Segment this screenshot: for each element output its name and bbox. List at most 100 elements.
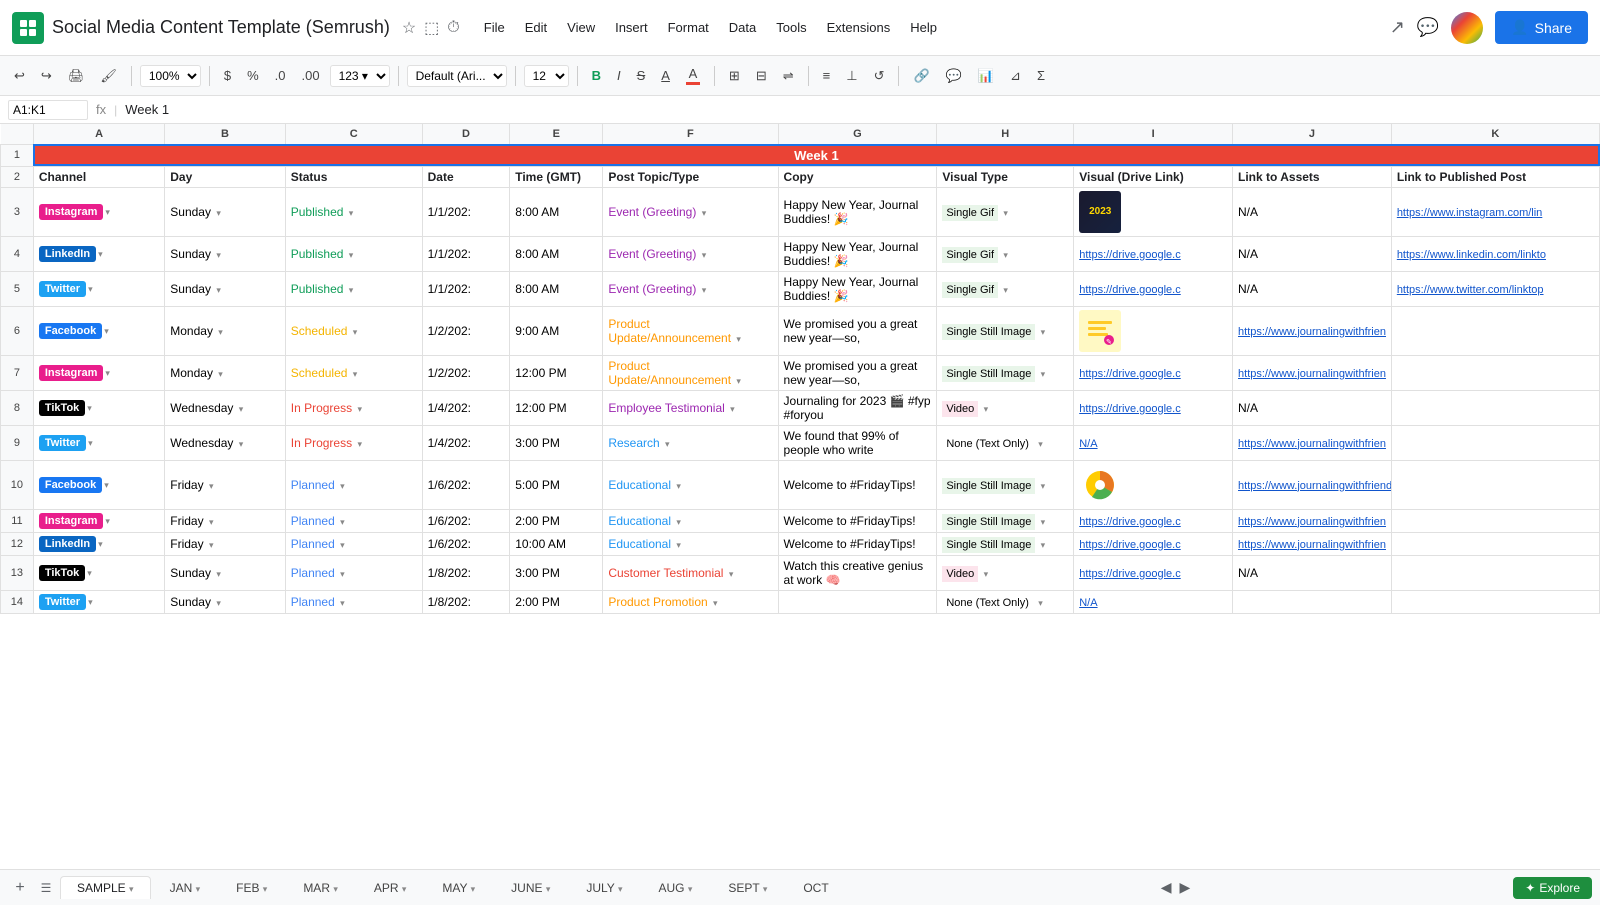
menu-extensions[interactable]: Extensions (819, 16, 899, 39)
channel-dropdown-arrow[interactable]: ▾ (98, 249, 103, 259)
tab-may[interactable]: MAY ▾ (425, 876, 492, 899)
visual-drive-link[interactable]: N/A (1079, 597, 1097, 609)
status-cell[interactable]: Scheduled ▾ (285, 306, 422, 355)
rotate-button[interactable]: ↺ (868, 64, 891, 88)
visual-type-cell[interactable]: Video ▾ (937, 390, 1074, 425)
visual-type-dropdown-arrow[interactable]: ▾ (1041, 369, 1046, 379)
link-published-cell[interactable] (1391, 390, 1599, 425)
link-assets-link[interactable]: https://www.journalingwithfrien (1238, 516, 1386, 528)
day-dropdown-arrow[interactable]: ▾ (209, 517, 214, 527)
function-button[interactable]: Σ (1031, 64, 1051, 87)
scroll-right-button[interactable]: ▶ (1177, 877, 1192, 898)
status-cell[interactable]: Planned ▾ (285, 532, 422, 555)
visual-drive-cell[interactable] (1074, 460, 1233, 509)
decimal-less-button[interactable]: .00 (295, 64, 325, 87)
post-type-cell[interactable]: Product Update/Announcement ▾ (603, 306, 778, 355)
post-type-cell[interactable]: Product Update/Announcement ▾ (603, 355, 778, 390)
tab-jan[interactable]: JAN ▾ (153, 876, 218, 899)
status-cell[interactable]: Planned ▾ (285, 555, 422, 590)
visual-drive-link[interactable]: N/A (1079, 438, 1097, 450)
status-cell[interactable]: Planned ▾ (285, 509, 422, 532)
menu-edit[interactable]: Edit (517, 16, 555, 39)
comment-icon[interactable]: 💬 (1417, 17, 1439, 38)
tab-feb[interactable]: FEB ▾ (219, 876, 284, 899)
status-cell[interactable]: Published ▾ (285, 236, 422, 271)
menu-format[interactable]: Format (660, 16, 717, 39)
visual-drive-cell[interactable]: https://drive.google.c (1074, 509, 1233, 532)
day-dropdown-arrow[interactable]: ▾ (218, 327, 223, 337)
fill-color-button[interactable]: A (680, 62, 706, 89)
percent-button[interactable]: % (241, 64, 265, 87)
menu-data[interactable]: Data (721, 16, 764, 39)
col-header-K[interactable]: K (1391, 124, 1599, 144)
visual-drive-cell[interactable]: https://drive.google.c (1074, 555, 1233, 590)
link-published-link[interactable]: https://www.twitter.com/linktop (1397, 284, 1544, 296)
visual-drive-link[interactable]: https://drive.google.c (1079, 368, 1181, 380)
visual-type-cell[interactable]: Single Still Image ▾ (937, 509, 1074, 532)
post-type-dropdown-arrow[interactable]: ▾ (713, 598, 718, 608)
google-account-icon[interactable] (1451, 12, 1483, 44)
tab-sample[interactable]: SAMPLE ▾ (60, 876, 151, 899)
channel-dropdown-arrow[interactable]: ▾ (104, 326, 109, 336)
font-size-select[interactable]: 12 (524, 65, 569, 87)
visual-drive-link[interactable]: https://drive.google.c (1079, 403, 1181, 415)
visual-drive-cell[interactable]: N/A (1074, 425, 1233, 460)
link-assets-cell[interactable]: https://www.journalingwithfrien (1233, 355, 1392, 390)
col-header-B[interactable]: B (165, 124, 285, 144)
star-icon[interactable]: ☆ (402, 18, 416, 38)
history-icon[interactable]: ⏱ (447, 19, 459, 37)
link-assets-link[interactable]: https://www.journalingwithfriends.com/bl… (1238, 480, 1391, 492)
redo-button[interactable]: ↪ (35, 64, 58, 88)
visual-drive-cell[interactable]: https://drive.google.c (1074, 271, 1233, 306)
post-type-dropdown-arrow[interactable]: ▾ (730, 404, 735, 414)
visual-drive-cell[interactable]: https://drive.google.c (1074, 390, 1233, 425)
channel-dropdown-arrow[interactable]: ▾ (104, 480, 109, 490)
visual-drive-cell[interactable]: ✎ (1074, 306, 1233, 355)
col-header-I[interactable]: I (1074, 124, 1233, 144)
link-assets-link[interactable]: https://www.journalingwithfrien (1238, 368, 1386, 380)
status-dropdown-arrow[interactable]: ▾ (353, 369, 358, 379)
post-type-cell[interactable]: Research ▾ (603, 425, 778, 460)
channel-cell[interactable]: Instagram▾ (33, 187, 164, 236)
post-type-dropdown-arrow[interactable]: ▾ (729, 569, 734, 579)
visual-type-cell[interactable]: None (Text Only) ▾ (937, 590, 1074, 613)
filter-button[interactable]: ⊿ (1004, 64, 1027, 88)
italic-button[interactable]: I (611, 64, 627, 87)
visual-type-dropdown-arrow[interactable]: ▾ (984, 569, 989, 579)
visual-type-dropdown-arrow[interactable]: ▾ (1003, 208, 1008, 218)
col-header-E[interactable]: E (510, 124, 603, 144)
visual-type-dropdown-arrow[interactable]: ▾ (1041, 540, 1046, 550)
menu-insert[interactable]: Insert (607, 16, 656, 39)
sheet-menu-button[interactable]: ☰ (34, 876, 58, 900)
visual-type-dropdown-arrow[interactable]: ▾ (1003, 285, 1008, 295)
scroll-left-button[interactable]: ◀ (1159, 877, 1174, 898)
paint-format-button[interactable]: 🖌 (94, 64, 123, 88)
tab-june[interactable]: JUNE ▾ (494, 876, 567, 899)
channel-cell[interactable]: TikTok▾ (33, 555, 164, 590)
decimal-more-button[interactable]: .0 (269, 64, 292, 87)
status-dropdown-arrow[interactable]: ▾ (349, 285, 354, 295)
col-header-D[interactable]: D (422, 124, 510, 144)
post-type-dropdown-arrow[interactable]: ▾ (676, 481, 681, 491)
visual-type-cell[interactable]: None (Text Only) ▾ (937, 425, 1074, 460)
status-cell[interactable]: In Progress ▾ (285, 425, 422, 460)
link-assets-cell[interactable]: N/A (1233, 236, 1392, 271)
channel-cell[interactable]: Twitter▾ (33, 271, 164, 306)
link-published-cell[interactable] (1391, 306, 1599, 355)
status-dropdown-arrow[interactable]: ▾ (340, 598, 345, 608)
menu-help[interactable]: Help (902, 16, 945, 39)
link-published-cell[interactable] (1391, 355, 1599, 390)
link-assets-cell[interactable]: https://www.journalingwithfrien (1233, 509, 1392, 532)
post-type-cell[interactable]: Event (Greeting) ▾ (603, 236, 778, 271)
tab-aug[interactable]: AUG ▾ (641, 876, 709, 899)
channel-cell[interactable]: Twitter▾ (33, 425, 164, 460)
underline-button[interactable]: A (655, 64, 676, 87)
visual-drive-link[interactable]: https://drive.google.c (1079, 568, 1181, 580)
cloud-icon[interactable]: ⬚ (424, 18, 439, 38)
wrap-button[interactable]: ⇌ (777, 64, 800, 88)
channel-cell[interactable]: Twitter▾ (33, 590, 164, 613)
link-assets-cell[interactable]: https://www.journalingwithfrien (1233, 425, 1392, 460)
status-cell[interactable]: Published ▾ (285, 187, 422, 236)
link-published-cell[interactable] (1391, 509, 1599, 532)
channel-cell[interactable]: LinkedIn▾ (33, 236, 164, 271)
